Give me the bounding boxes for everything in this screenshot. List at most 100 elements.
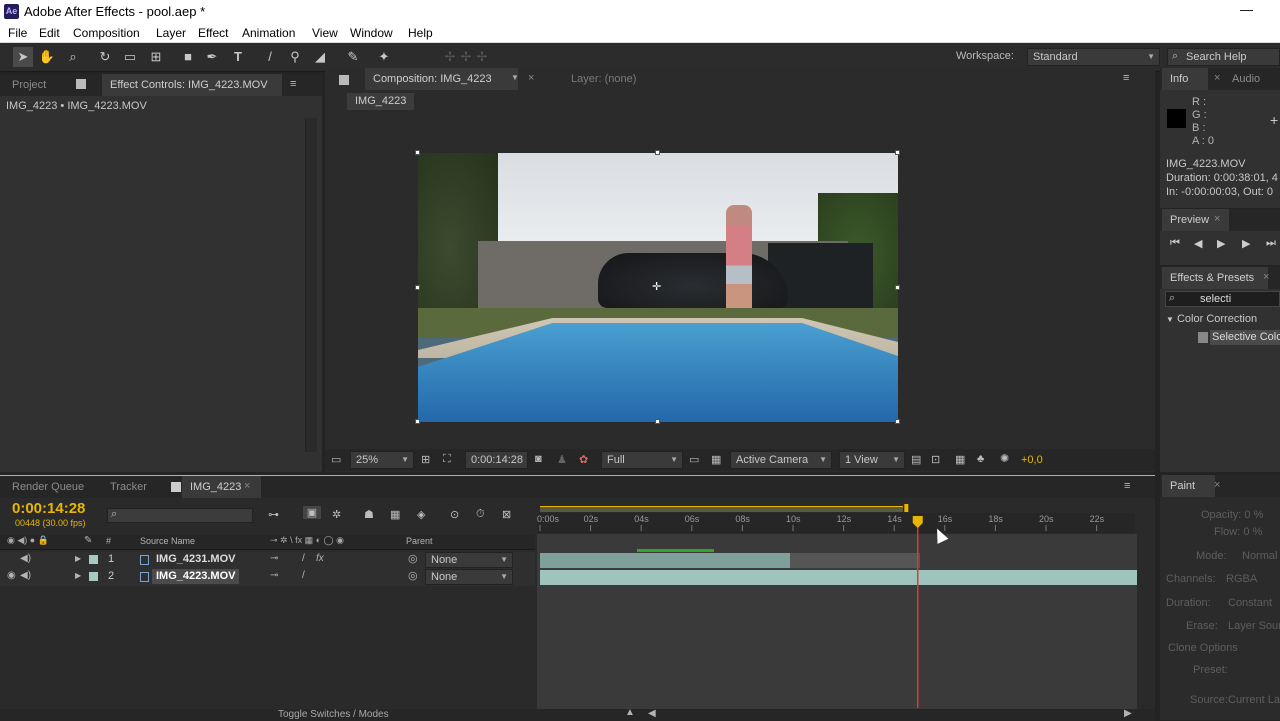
workspace-dropdown[interactable]: Standard ▼	[1027, 48, 1160, 66]
transparency-grid-icon[interactable]: ▦	[711, 453, 721, 466]
transform-handle-mr[interactable]	[895, 285, 900, 290]
speaker-icon[interactable]: ◀)	[20, 553, 31, 564]
eraser-tool-icon[interactable]: ◢	[310, 47, 330, 67]
close-icon[interactable]: ×	[1214, 213, 1220, 225]
toggle-switches-button[interactable]: Toggle Switches / Modes	[278, 709, 389, 720]
layer-row-2[interactable]: ◉ ◀) ▶ 2 IMG_4223.MOV ⊸ / ◎ None ▼	[0, 569, 535, 586]
minimize-button[interactable]: —	[1240, 2, 1253, 17]
panel-menu-icon[interactable]: ≡	[290, 78, 296, 90]
tab-render-queue[interactable]: Render Queue	[4, 476, 92, 498]
effects-category[interactable]: ▼ Color Correction	[1166, 313, 1257, 325]
tab-paint[interactable]: Paint	[1162, 475, 1216, 497]
viewer-timecode[interactable]: 0:00:14:28	[465, 451, 528, 469]
safe-margins-icon[interactable]: ⊞	[421, 453, 430, 466]
menu-animation[interactable]: Animation	[242, 26, 295, 40]
next-frame-icon[interactable]: ▶	[1242, 237, 1250, 250]
parent-dropdown[interactable]: None ▼	[425, 569, 513, 585]
close-icon[interactable]: ×	[1263, 271, 1269, 283]
shy-switch-icon[interactable]: ⊸	[270, 553, 278, 564]
menu-effect[interactable]: Effect	[198, 26, 228, 40]
show-snapshot-icon[interactable]: ♟	[557, 453, 567, 466]
brainstorm-icon[interactable]: ⊙	[450, 508, 459, 521]
pickwhip-icon[interactable]: ◎	[408, 569, 418, 582]
fx-switch-icon[interactable]: fx	[316, 553, 324, 564]
menu-layer[interactable]: Layer	[156, 26, 186, 40]
menu-file[interactable]: File	[8, 26, 27, 40]
snapshot-camera-icon[interactable]: ◙	[535, 453, 542, 465]
tab-tracker[interactable]: Tracker	[102, 476, 155, 498]
draft-3d-icon[interactable]: ✲	[332, 508, 341, 521]
tab-effect-controls[interactable]: Effect Controls: IMG_4223.MOV	[102, 74, 282, 96]
label-color-swatch[interactable]	[89, 555, 98, 564]
timeline-vscrollbar[interactable]	[1138, 534, 1152, 704]
work-area-bar[interactable]	[540, 506, 903, 512]
transform-handle-bc[interactable]	[655, 419, 660, 424]
channel-rgb-icon[interactable]: ✿	[579, 453, 588, 466]
transform-handle-br[interactable]	[895, 419, 900, 424]
live-update-icon[interactable]: ▣	[303, 506, 321, 519]
reset-exposure-icon[interactable]: ✺	[1000, 452, 1009, 465]
scroll-right-icon[interactable]: ▶	[1124, 708, 1132, 719]
close-icon[interactable]: ×	[1214, 72, 1220, 84]
transform-handle-tc[interactable]	[655, 150, 660, 155]
effects-item-selective-color[interactable]: Selective Color	[1198, 330, 1280, 346]
zoom-tool-icon[interactable]: ⌕	[63, 47, 83, 67]
tab-layer[interactable]: Layer: (none)	[563, 68, 644, 90]
puppet-tool-icon[interactable]: ✦	[374, 47, 394, 67]
tab-audio[interactable]: Audio	[1224, 68, 1268, 90]
tab-project[interactable]: Project	[4, 74, 54, 96]
panel-menu-icon[interactable]: ≡	[1124, 480, 1130, 492]
camera-tool-icon[interactable]: ▭	[120, 47, 140, 67]
previous-frame-icon[interactable]: ◀	[1194, 237, 1202, 250]
parent-dropdown[interactable]: None ▼	[425, 552, 513, 568]
menu-composition[interactable]: Composition	[73, 26, 140, 40]
transform-handle-tr[interactable]	[895, 150, 900, 155]
comp-mini-flowchart-icon[interactable]: ⊶	[268, 508, 279, 521]
pan-behind-tool-icon[interactable]: ⊞	[146, 47, 166, 67]
pen-tool-icon[interactable]: ✒	[202, 47, 222, 67]
time-ruler[interactable]	[537, 513, 1135, 533]
fast-draft-icon[interactable]: ⊡	[931, 453, 940, 466]
exposure-value[interactable]: +0,0	[1021, 454, 1043, 466]
layer-bar-1[interactable]	[540, 553, 790, 568]
hide-shy-icon[interactable]: ☗	[364, 508, 374, 521]
close-icon[interactable]: ×	[1214, 479, 1220, 491]
frame-blending-icon[interactable]: ▦	[390, 508, 400, 521]
expand-triangle-icon[interactable]: ▶	[75, 554, 81, 563]
always-preview-icon[interactable]: ▭	[331, 453, 341, 466]
pickwhip-icon[interactable]: ◎	[408, 552, 418, 565]
rotate-tool-icon[interactable]: ↻	[95, 47, 115, 67]
tab-effects-presets[interactable]: Effects & Presets	[1162, 267, 1269, 289]
speaker-icon[interactable]: ◀)	[20, 570, 31, 581]
roi-icon[interactable]: ⛶	[443, 453, 451, 466]
layer-bar-2[interactable]	[540, 570, 1137, 585]
flowchart-icon[interactable]: ♣	[977, 453, 984, 465]
quality-switch-icon[interactable]: /	[302, 553, 305, 564]
roto-brush-tool-icon[interactable]: ✎	[343, 47, 363, 67]
first-frame-icon[interactable]: ⏮	[1170, 237, 1180, 250]
menu-window[interactable]: Window	[350, 26, 393, 40]
rectangle-tool-icon[interactable]: ■	[178, 47, 198, 67]
effects-search-input[interactable]: ⌕ selecti	[1165, 291, 1280, 307]
close-icon[interactable]: ×	[244, 480, 250, 492]
tab-info[interactable]: Info	[1162, 68, 1209, 90]
menu-help[interactable]: Help	[408, 26, 433, 40]
auto-keyframe-icon[interactable]: ⏱	[476, 508, 485, 521]
type-tool-icon[interactable]: T	[228, 47, 248, 67]
tab-composition[interactable]: Composition: IMG_4223	[365, 68, 518, 90]
clone-stamp-tool-icon[interactable]: ⚲	[285, 47, 305, 67]
layer-row-1[interactable]: ◀) ▶ 1 IMG_4231.MOV ⊸ / fx ◎ None ▼	[0, 552, 535, 569]
timeline-current-time[interactable]: 0:00:14:28	[12, 500, 85, 517]
layer-name[interactable]: IMG_4231.MOV	[156, 553, 235, 565]
eye-icon[interactable]: ◉	[7, 570, 16, 581]
chevron-down-icon[interactable]: ▼	[511, 73, 519, 82]
shy-switch-icon[interactable]: ⊸	[270, 570, 278, 581]
brush-tool-icon[interactable]: /	[260, 47, 280, 67]
zoom-slider[interactable]: ◀	[648, 708, 656, 719]
comp-flowchart-button[interactable]: IMG_4223	[347, 93, 415, 110]
expand-triangle-icon[interactable]: ▶	[75, 571, 81, 580]
panel-menu-icon[interactable]: ≡	[1123, 72, 1129, 84]
motion-blur-icon[interactable]: ◈	[417, 508, 425, 521]
selection-tool-icon[interactable]: ➤	[13, 47, 33, 67]
menu-view[interactable]: View	[312, 26, 338, 40]
